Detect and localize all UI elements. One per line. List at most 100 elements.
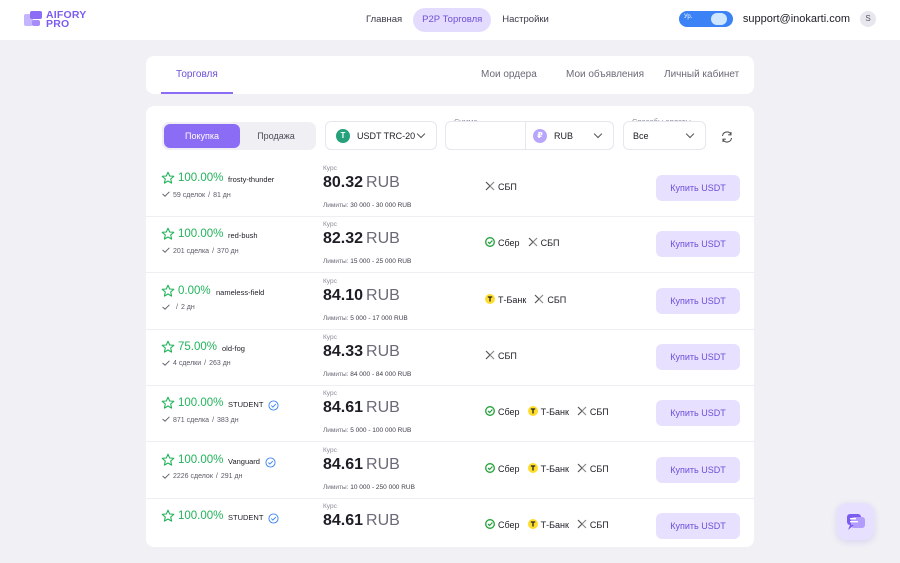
star-icon[interactable] bbox=[161, 284, 175, 298]
star-icon[interactable] bbox=[161, 171, 175, 185]
payment-method-sbp: СБП bbox=[528, 237, 559, 249]
refresh-icon[interactable] bbox=[720, 130, 734, 144]
payment-method-sber: Сбер bbox=[485, 518, 520, 531]
buy-usdt-button[interactable]: Купить USDT bbox=[656, 175, 740, 201]
sell-tab-button[interactable]: Продажа bbox=[238, 124, 314, 148]
logo[interactable]: AIFORY PRO bbox=[24, 10, 86, 30]
verified-badge-icon bbox=[268, 511, 279, 524]
buy-usdt-button[interactable]: Купить USDT bbox=[656, 343, 740, 370]
separator: / bbox=[176, 304, 178, 312]
payment-method-label: СБП bbox=[547, 294, 567, 305]
payment-method-sbp: СБП bbox=[485, 181, 517, 193]
offer-row: 75.00% old-fog 4 сделки / 263 дн Курс 84… bbox=[146, 330, 754, 386]
section-tabs: Торговля Мои ордера Мои объявления Личны… bbox=[146, 56, 754, 94]
payment-method-sber: Сбер bbox=[485, 406, 520, 418]
chat-button[interactable] bbox=[837, 503, 874, 540]
completion-rate: 0.00% bbox=[178, 284, 211, 297]
completion-rate: 100.00% bbox=[178, 509, 224, 522]
check-icon bbox=[162, 191, 170, 199]
payment-method-label: Сбер bbox=[498, 407, 520, 418]
buy-usdt-button[interactable]: Купить USDT bbox=[656, 512, 740, 539]
days-count: 370 дн bbox=[217, 247, 239, 255]
verified-badge-icon bbox=[265, 455, 276, 468]
nav-home[interactable]: Главная bbox=[357, 8, 411, 32]
verified-badge-icon bbox=[268, 398, 279, 411]
star-icon[interactable] bbox=[161, 227, 175, 241]
payment-method-label: Т-Банк bbox=[540, 407, 569, 418]
trader-name[interactable]: frosty-thunder bbox=[228, 175, 274, 184]
buy-tab-button[interactable]: Покупка bbox=[164, 124, 240, 148]
completion-rate: 100.00% bbox=[178, 397, 224, 410]
sbp-icon bbox=[534, 294, 544, 306]
limits-label: Лимиты: bbox=[323, 370, 349, 378]
star-icon[interactable] bbox=[161, 340, 175, 354]
tab-my-orders[interactable]: Мои ордера bbox=[481, 56, 537, 94]
user-email[interactable]: support@inokarti.com bbox=[743, 13, 850, 25]
amount-input[interactable] bbox=[445, 121, 526, 150]
coin-select-value: USDT TRC-20 bbox=[357, 130, 416, 141]
buy-sell-switch: Покупка Продажа bbox=[162, 122, 316, 150]
star-icon[interactable] bbox=[161, 509, 175, 523]
tab-trading[interactable]: Торговля bbox=[161, 56, 233, 94]
nav-p2p[interactable]: P2P Торговля bbox=[413, 8, 492, 32]
offer-row: 100.00% STUDENT Курс 84.61 RUB Сбер Т-Бан… bbox=[146, 499, 754, 547]
limits-label: Лимиты: bbox=[323, 314, 349, 322]
price-currency: RUB bbox=[366, 399, 400, 417]
payment-method-sbp: СБП bbox=[534, 294, 566, 306]
buy-usdt-button[interactable]: Купить USDT bbox=[656, 456, 740, 483]
limits-value: 5 000 - 17 000 RUB bbox=[350, 314, 408, 322]
sbp-icon bbox=[577, 519, 587, 531]
days-count: 2 дн bbox=[180, 304, 195, 312]
sbp-icon bbox=[577, 406, 587, 418]
payment-method-tbank: Т-Банк bbox=[527, 518, 569, 531]
payment-method-label: Сбер bbox=[498, 519, 520, 530]
price-currency: RUB bbox=[366, 174, 400, 191]
offer-row: 100.00% STUDENT 871 сделка / 383 дн Курс… bbox=[146, 386, 754, 443]
payment-methods: Сбер Т-Банк СБП bbox=[485, 406, 609, 418]
logo-text-line2: PRO bbox=[46, 18, 70, 30]
star-icon[interactable] bbox=[161, 396, 175, 410]
payment-method-label: Т-Банк bbox=[540, 463, 569, 474]
buy-usdt-button[interactable]: Купить USDT bbox=[656, 400, 740, 427]
sbp-icon bbox=[577, 463, 587, 475]
payment-method-label: Т-Банк bbox=[540, 519, 569, 530]
tab-account[interactable]: Личный кабинет bbox=[664, 56, 739, 94]
sber-icon bbox=[485, 518, 495, 531]
payment-methods: Сбер Т-Банк СБП bbox=[485, 462, 609, 475]
price-value: 84.61 bbox=[323, 511, 364, 529]
payment-method-label: СБП bbox=[498, 350, 517, 361]
buy-usdt-button[interactable]: Купить USDT bbox=[656, 231, 740, 258]
currency-select[interactable]: ₽ RUB bbox=[525, 121, 614, 150]
price-currency: RUB bbox=[366, 342, 400, 360]
completion-rate: 100.00% bbox=[178, 172, 224, 184]
main-nav: Главная P2P Торговля Настройки bbox=[357, 8, 558, 32]
tbank-icon bbox=[527, 462, 538, 475]
trader-name[interactable]: Vanguard bbox=[228, 457, 260, 466]
payment-method-tbank: Т-Банк bbox=[527, 462, 569, 475]
star-icon[interactable] bbox=[161, 453, 175, 467]
price: 82.32 RUB bbox=[323, 230, 400, 248]
trader-name[interactable]: red-bush bbox=[228, 231, 258, 240]
payment-method-label: СБП bbox=[498, 182, 517, 192]
trader-name[interactable]: old-fog bbox=[222, 344, 245, 353]
trader-name[interactable]: STUDENT bbox=[228, 513, 263, 522]
tab-my-ads[interactable]: Мои объявления bbox=[566, 56, 644, 94]
payment-method-label: Сбер bbox=[498, 238, 520, 249]
level-toggle-label: Ур. bbox=[683, 14, 693, 20]
payment-method-tbank: Т-Банк bbox=[485, 293, 526, 306]
chat-icon bbox=[847, 514, 865, 530]
nav-settings[interactable]: Настройки bbox=[493, 8, 558, 32]
avatar[interactable]: S bbox=[860, 11, 876, 27]
buy-usdt-button[interactable]: Купить USDT bbox=[656, 287, 740, 314]
payment-methods-select[interactable]: Все bbox=[623, 121, 706, 150]
limits-value: 84 000 - 84 000 RUB bbox=[350, 370, 412, 378]
coin-select[interactable]: T USDT TRC-20 bbox=[325, 121, 437, 150]
trader-stats: 4 сделки / 263 дн bbox=[162, 360, 231, 368]
trader-name[interactable]: nameless-field bbox=[216, 288, 264, 297]
separator: / bbox=[212, 416, 215, 424]
payment-method-sber: Сбер bbox=[485, 237, 520, 249]
payment-method-sbp: СБП bbox=[577, 463, 609, 475]
level-toggle[interactable]: Ур. bbox=[678, 11, 733, 27]
limits-value: 30 000 - 30 000 RUB bbox=[350, 202, 412, 209]
trader-name[interactable]: STUDENT bbox=[228, 400, 263, 409]
